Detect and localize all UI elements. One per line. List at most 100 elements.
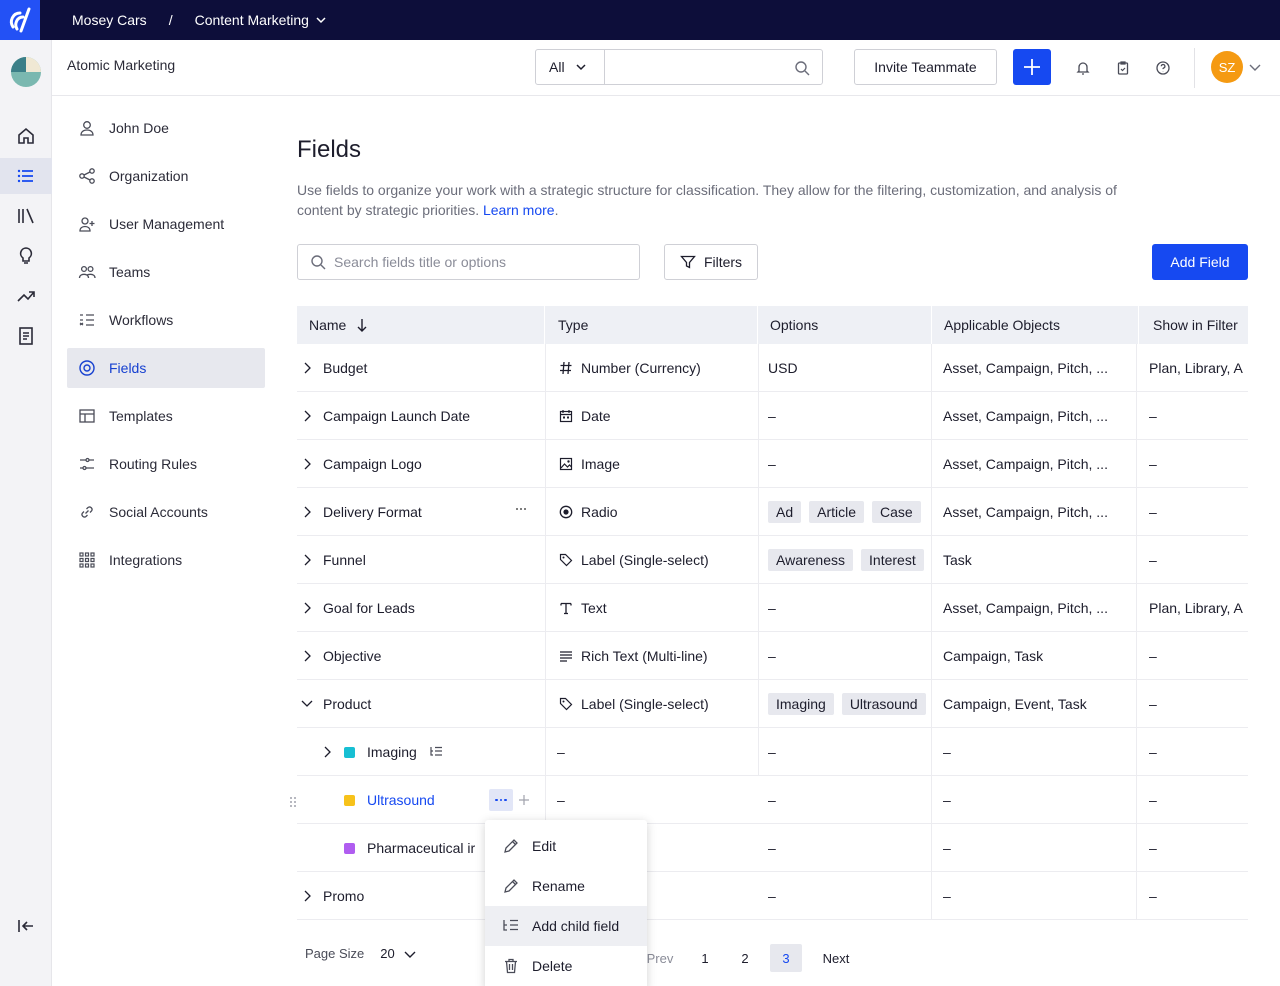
settings-nav-user-management[interactable]: User Management <box>67 204 265 244</box>
app-logo[interactable] <box>0 0 40 40</box>
scope-select[interactable]: All <box>535 49 605 85</box>
field-name[interactable]: Objective <box>323 648 381 664</box>
page-button-2[interactable]: 2 <box>730 944 760 972</box>
row-more-options-button[interactable] <box>489 789 513 811</box>
chevron-right-icon[interactable] <box>299 648 315 664</box>
next-page-button[interactable]: Next <box>817 944 855 972</box>
pencil-icon <box>501 836 521 856</box>
bell-icon[interactable] <box>1073 58 1093 78</box>
list-icon[interactable] <box>0 158 52 194</box>
show-in-filter-cell: – <box>1149 504 1157 520</box>
clipboard-check-icon[interactable] <box>1113 58 1133 78</box>
table-row[interactable]: Campaign Launch Date Date – Asset, Campa… <box>297 392 1248 440</box>
breadcrumb-section[interactable]: Content Marketing <box>195 12 309 28</box>
learn-more-link[interactable]: Learn more <box>483 202 555 218</box>
drag-handle-icon[interactable] <box>288 795 298 811</box>
table-row[interactable]: Funnel Label (Single-select) Awareness In… <box>297 536 1248 584</box>
chevron-right-icon[interactable] <box>299 888 315 904</box>
chevron-right-icon[interactable] <box>299 408 315 424</box>
add-field-button[interactable]: Add Field <box>1152 244 1248 280</box>
collapse-sidebar-icon[interactable] <box>0 908 52 944</box>
settings-nav-social-accounts[interactable]: Social Accounts <box>67 492 265 532</box>
column-header-applicable-objects[interactable]: Applicable Objects <box>932 306 1139 344</box>
table-row[interactable]: Product Label (Single-select) Imaging Ult… <box>297 680 1248 728</box>
column-header-options[interactable]: Options <box>758 306 932 344</box>
image-icon <box>557 455 575 473</box>
chevron-down-icon[interactable] <box>299 696 315 712</box>
chevron-right-icon[interactable] <box>299 552 315 568</box>
field-name[interactable]: Budget <box>323 360 367 376</box>
settings-nav-templates[interactable]: Templates <box>67 396 265 436</box>
menu-item-edit[interactable]: Edit <box>485 826 647 866</box>
workspace-logo-icon[interactable] <box>0 53 52 91</box>
field-name[interactable]: Campaign Logo <box>323 456 422 472</box>
breadcrumb-org[interactable]: Mosey Cars <box>72 12 147 28</box>
column-header-show-in-filter[interactable]: Show in Filter <box>1139 306 1248 344</box>
prev-page-button[interactable]: Prev <box>645 944 675 972</box>
menu-item-add-child-field[interactable]: Add child field <box>485 906 647 946</box>
column-header-name[interactable]: Name <box>297 306 545 344</box>
chevron-down-icon[interactable] <box>315 14 327 26</box>
menu-item-rename[interactable]: Rename <box>485 866 647 906</box>
library-icon[interactable] <box>0 198 52 234</box>
settings-nav-integrations[interactable]: Integrations <box>67 540 265 580</box>
chevron-right-icon[interactable] <box>319 744 335 760</box>
table-row[interactable]: Budget Number (Currency) USD Asset, Camp… <box>297 344 1248 392</box>
settings-nav-routing-rules[interactable]: Routing Rules <box>67 444 265 484</box>
header-divider <box>1194 48 1195 88</box>
page-title: Fields <box>297 136 362 163</box>
field-name[interactable]: Ultrasound <box>367 792 435 808</box>
create-new-button[interactable] <box>1013 49 1051 85</box>
avatar[interactable]: SZ <box>1211 51 1243 83</box>
applicable-cell: – <box>943 888 951 904</box>
table-row[interactable]: Promo – – – <box>297 872 1248 920</box>
field-name[interactable]: Imaging <box>367 744 417 760</box>
invite-teammate-button[interactable]: Invite Teammate <box>854 49 997 85</box>
global-search-input[interactable] <box>604 49 823 85</box>
chevron-down-icon[interactable] <box>1248 60 1262 77</box>
field-name[interactable]: Goal for Leads <box>323 600 415 616</box>
scope-select-value: All <box>549 59 565 75</box>
field-name[interactable]: Pharmaceutical ir <box>367 840 475 856</box>
row-more-options-icon[interactable] <box>516 508 526 510</box>
chevron-down-icon <box>403 947 417 961</box>
column-header-type[interactable]: Type <box>546 306 758 344</box>
options-cell: USD <box>768 360 798 376</box>
settings-nav-teams[interactable]: Teams <box>67 252 265 292</box>
field-name[interactable]: Funnel <box>323 552 366 568</box>
table-row-child[interactable]: Ultrasound – – – – <box>297 776 1248 824</box>
table-row[interactable]: Delivery Format Radio Ad Article Case Asse… <box>297 488 1248 536</box>
field-name[interactable]: Product <box>323 696 371 712</box>
home-icon[interactable] <box>0 118 52 154</box>
chevron-right-icon[interactable] <box>299 360 315 376</box>
settings-nav-john-doe[interactable]: John Doe <box>67 108 265 148</box>
help-icon[interactable] <box>1153 58 1173 78</box>
fields-search-input[interactable]: Search fields title or options <box>297 244 640 280</box>
settings-nav-organization[interactable]: Organization <box>67 156 265 196</box>
menu-item-delete[interactable]: Delete <box>485 946 647 986</box>
field-name[interactable]: Promo <box>323 888 364 904</box>
menu-item-label: Delete <box>532 958 573 974</box>
trend-icon[interactable] <box>0 278 52 314</box>
filters-button[interactable]: Filters <box>664 244 758 280</box>
field-name[interactable]: Delivery Format <box>323 504 422 520</box>
document-icon[interactable] <box>0 318 52 354</box>
add-child-plus-icon[interactable] <box>518 793 530 809</box>
options-cell: – <box>768 792 776 808</box>
chevron-right-icon[interactable] <box>299 456 315 472</box>
table-row-child[interactable]: Imaging – – – – <box>297 728 1248 776</box>
page-button-3[interactable]: 3 <box>770 944 802 972</box>
settings-nav-fields[interactable]: Fields <box>67 348 265 388</box>
template-icon <box>77 406 97 426</box>
chevron-right-icon[interactable] <box>299 504 315 520</box>
lightbulb-icon[interactable] <box>0 238 52 274</box>
table-row[interactable]: Campaign Logo Image – Asset, Campaign, P… <box>297 440 1248 488</box>
field-name[interactable]: Campaign Launch Date <box>323 408 470 424</box>
page-size-selector[interactable]: Page Size 20 <box>305 946 417 961</box>
table-row[interactable]: Goal for Leads Text – Asset, Campaign, P… <box>297 584 1248 632</box>
table-row-child[interactable]: Pharmaceutical ir – – – <box>297 824 1248 872</box>
chevron-right-icon[interactable] <box>299 600 315 616</box>
table-row[interactable]: Objective Rich Text (Multi-line) – Campa… <box>297 632 1248 680</box>
page-button-1[interactable]: 1 <box>690 944 720 972</box>
settings-nav-workflows[interactable]: Workflows <box>67 300 265 340</box>
